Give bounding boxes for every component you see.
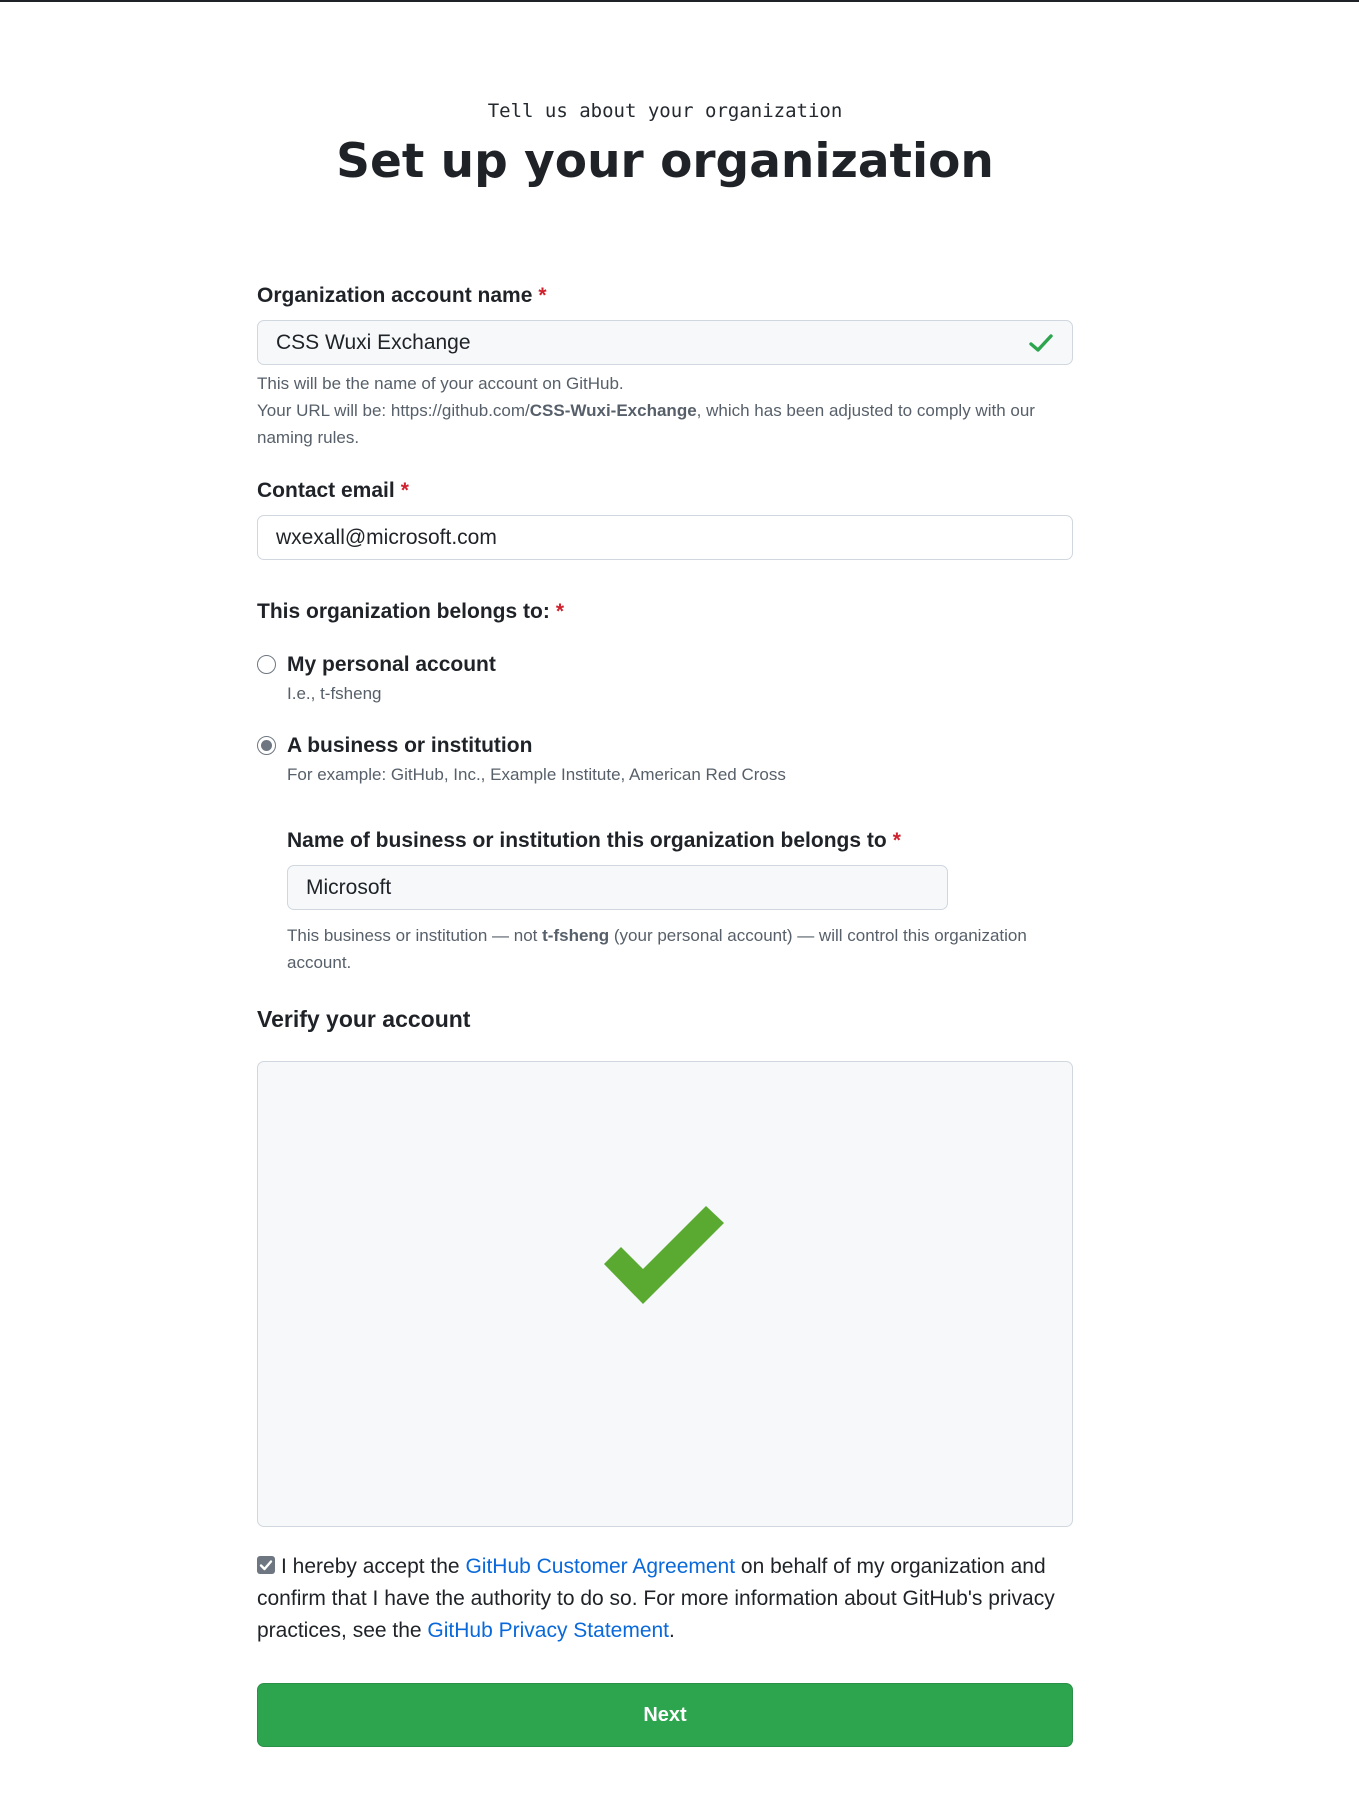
org-name-value: CSS Wuxi Exchange xyxy=(276,330,471,354)
big-check-icon xyxy=(604,1206,724,1304)
required-mark: * xyxy=(555,600,565,623)
required-mark: * xyxy=(538,284,547,307)
radio-personal-desc: I.e., t-fsheng xyxy=(287,684,382,703)
business-note-user: t-fsheng xyxy=(542,926,610,945)
belongs-to-label-text: This organization belongs to: xyxy=(257,600,550,623)
org-name-input[interactable]: CSS Wuxi Exchange xyxy=(257,320,1073,365)
org-name-url-note: Your URL will be: https://github.com/CSS… xyxy=(257,397,1073,451)
business-name-label-text: Name of business or institution this org… xyxy=(287,829,887,852)
contact-email-label-text: Contact email xyxy=(257,479,395,502)
radio-business[interactable] xyxy=(257,736,276,755)
url-slug: CSS-Wuxi-Exchange xyxy=(529,401,697,420)
url-prefix: Your URL will be: https://github.com/ xyxy=(257,401,530,420)
next-button[interactable]: Next xyxy=(257,1683,1073,1747)
business-name-label: Name of business or institution this org… xyxy=(287,829,901,853)
agreement-text: I hereby accept the GitHub Customer Agre… xyxy=(257,1551,1073,1647)
page-eyebrow: Tell us about your organization xyxy=(487,100,843,122)
verify-heading: Verify your account xyxy=(257,1006,471,1032)
org-name-label: Organization account name * xyxy=(257,284,547,308)
radio-personal-account[interactable] xyxy=(257,655,276,674)
agreement-text-1: I hereby accept the xyxy=(281,1555,466,1578)
business-name-input[interactable]: Microsoft xyxy=(287,865,948,910)
business-note-prefix: This business or institution — not xyxy=(287,926,543,945)
privacy-statement-link[interactable]: GitHub Privacy Statement xyxy=(427,1619,669,1642)
required-mark: * xyxy=(400,479,409,502)
customer-agreement-link[interactable]: GitHub Customer Agreement xyxy=(465,1555,735,1578)
radio-business-institution[interactable] xyxy=(257,736,276,755)
business-name-note: This business or institution — not t-fsh… xyxy=(287,922,1077,976)
contact-email-input[interactable]: wxexall@microsoft.com xyxy=(257,515,1073,560)
page-title: Set up your organization xyxy=(336,134,994,189)
radio-business-label[interactable]: A business or institution xyxy=(287,734,532,758)
radio-business-desc: For example: GitHub, Inc., Example Insti… xyxy=(287,765,786,784)
contact-email-label: Contact email * xyxy=(257,479,409,503)
agreement-checkbox[interactable] xyxy=(257,1556,275,1574)
belongs-to-label: This organization belongs to: * xyxy=(257,600,564,624)
required-mark: * xyxy=(892,829,901,852)
verify-captcha-panel[interactable] xyxy=(257,1061,1073,1527)
radio-personal-label[interactable]: My personal account xyxy=(287,653,496,677)
radio-selected-dot xyxy=(261,740,272,751)
agreement-text-3: . xyxy=(669,1619,675,1642)
contact-email-value: wxexall@microsoft.com xyxy=(276,525,497,549)
check-icon xyxy=(1028,330,1054,356)
radio-personal[interactable] xyxy=(257,655,276,674)
org-name-label-text: Organization account name xyxy=(257,284,533,307)
business-name-value: Microsoft xyxy=(306,875,392,899)
org-name-note: This will be the name of your account on… xyxy=(257,370,1073,451)
top-border xyxy=(0,0,1359,2)
org-name-note-line1: This will be the name of your account on… xyxy=(257,374,624,393)
